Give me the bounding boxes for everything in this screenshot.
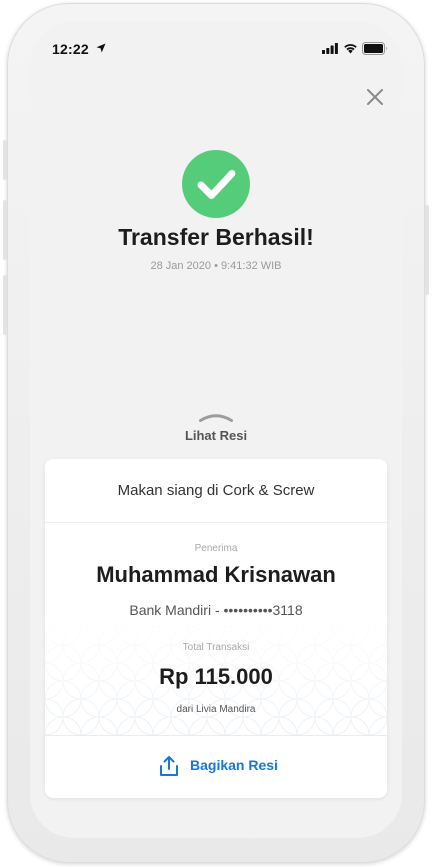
close-button[interactable]: [364, 86, 386, 108]
view-receipt-toggle[interactable]: Lihat Resi: [166, 412, 266, 446]
divider: [45, 522, 387, 523]
location-arrow-icon: [96, 43, 106, 53]
recipient-name: Muhammad Krisnawan: [96, 562, 336, 587]
phone-volume-down-button: [3, 275, 7, 335]
phone-mute-switch: [3, 140, 7, 180]
share-receipt-button[interactable]: Bagikan Resi: [45, 736, 387, 798]
signal-icon: [322, 43, 338, 54]
wifi-icon: [344, 44, 357, 54]
check-icon: [197, 170, 236, 199]
chevron-up-icon: [199, 414, 233, 422]
close-icon: [367, 89, 383, 105]
success-badge: [182, 150, 250, 218]
phone-volume-up-button: [3, 200, 7, 260]
view-receipt-label: Lihat Resi: [184, 428, 248, 443]
recipient-label: Penerima: [194, 543, 238, 554]
battery-icon: [362, 42, 387, 55]
recipient-bank-account: Bank Mandiri - ••••••••••3118: [129, 602, 303, 618]
total-label: Total Transaksi: [182, 642, 250, 653]
transfer-note: Makan siang di Cork & Screw: [117, 482, 315, 499]
sender-name: dari Livia Mandira: [176, 704, 256, 715]
share-icon: [160, 756, 178, 776]
total-amount: Rp 115.000: [159, 664, 273, 689]
phone-power-button: [425, 205, 429, 295]
share-receipt-label: Bagikan Resi: [190, 757, 278, 773]
receipt-card: Makan siang di Cork & Screw Penerima Muh…: [45, 459, 387, 798]
status-time: 12:22: [52, 41, 89, 57]
page-title: Transfer Berhasil!: [118, 224, 314, 250]
status-bar: 12:22: [30, 22, 402, 72]
screen: 12:22 Transfer Berhasil! 28 Jan 2020 • 9…: [30, 22, 402, 838]
transaction-timestamp: 28 Jan 2020 • 9:41:32 WIB: [150, 260, 282, 272]
